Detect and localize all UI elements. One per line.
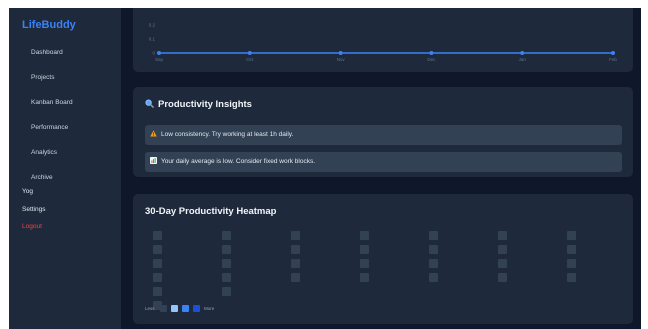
sidebar-item-projects[interactable]: Projects: [31, 74, 54, 81]
magnifier-icon: [145, 99, 154, 108]
x-tick-label: Nov: [337, 57, 346, 62]
data-point: [247, 51, 252, 55]
insights-heading: Productivity Insights: [145, 99, 252, 110]
heatmap-cell[interactable]: [222, 245, 231, 254]
heatmap-cell[interactable]: [498, 273, 507, 282]
heatmap-cell[interactable]: [153, 287, 162, 296]
productivity-insights-card: Productivity Insights Low consistency. T…: [133, 87, 633, 177]
heatmap-cell[interactable]: [567, 259, 576, 268]
heatmap-cell[interactable]: [360, 259, 369, 268]
app-window: LifeBuddy Dashboard Projects Kanban Boar…: [9, 8, 641, 329]
heatmap-cell[interactable]: [153, 245, 162, 254]
heatmap-title: 30-Day Productivity Heatmap: [145, 206, 277, 217]
data-point: [157, 51, 161, 55]
insight-text: Low consistency. Try working at least 1h…: [161, 131, 294, 138]
heatmap-cell[interactable]: [222, 273, 231, 282]
legend-swatch-2: [182, 305, 189, 312]
heatmap-cell[interactable]: [567, 245, 576, 254]
data-point: [520, 51, 525, 55]
heatmap-cell[interactable]: [222, 287, 231, 296]
y-tick-label: 0: [152, 51, 155, 56]
productivity-trend-card: 0.2 0.1 0 Sep Oct Nov Dec Jan Feb: [133, 8, 633, 72]
data-point: [338, 51, 343, 55]
heatmap-cell[interactable]: [291, 273, 300, 282]
legend-swatch-1: [171, 305, 178, 312]
legend-swatch-3: [193, 305, 200, 312]
y-tick-label: 0.1: [149, 37, 156, 42]
insight-text: Your daily average is low. Consider fixe…: [161, 158, 316, 165]
heatmap-cell[interactable]: [222, 259, 231, 268]
data-point: [611, 51, 615, 55]
heatmap-cell[interactable]: [360, 273, 369, 282]
heatmap-cell[interactable]: [567, 273, 576, 282]
sidebar-item-settings[interactable]: Settings: [22, 206, 46, 213]
heatmap-cell[interactable]: [498, 245, 507, 254]
heatmap-cell[interactable]: [291, 231, 300, 240]
x-tick-label: Jan: [519, 57, 527, 62]
sidebar-item-yog[interactable]: Yog: [22, 188, 33, 195]
x-tick-label: Sep: [155, 57, 164, 62]
sidebar-item-analytics[interactable]: Analytics: [31, 149, 57, 156]
insight-item: Your daily average is low. Consider fixe…: [145, 152, 622, 172]
heatmap-cell[interactable]: [498, 259, 507, 268]
heatmap-cell[interactable]: [429, 231, 438, 240]
legend-more-label: More: [204, 306, 215, 311]
sidebar-item-kanban-board[interactable]: Kanban Board: [31, 99, 73, 106]
heatmap-cell[interactable]: [222, 231, 231, 240]
x-tick-label: Dec: [427, 57, 436, 62]
heatmap-cell[interactable]: [360, 231, 369, 240]
heatmap-cell[interactable]: [429, 259, 438, 268]
logout-button[interactable]: Logout: [22, 223, 42, 230]
brand-logo[interactable]: LifeBuddy: [22, 19, 76, 31]
heatmap-cell[interactable]: [153, 273, 162, 282]
warning-icon: [150, 130, 157, 137]
sidebar-item-archive[interactable]: Archive: [31, 174, 53, 181]
sidebar-item-performance[interactable]: Performance: [31, 124, 68, 131]
heatmap-cell[interactable]: [291, 259, 300, 268]
heatmap-cell[interactable]: [153, 231, 162, 240]
heatmap-cell[interactable]: [291, 245, 300, 254]
heatmap-cell[interactable]: [498, 231, 507, 240]
legend-swatch-0: [160, 305, 167, 312]
heatmap-cell[interactable]: [360, 245, 369, 254]
heatmap-cell[interactable]: [429, 273, 438, 282]
insights-title: Productivity Insights: [158, 99, 252, 110]
insight-item: Low consistency. Try working at least 1h…: [145, 125, 622, 145]
heatmap-cell[interactable]: [429, 245, 438, 254]
legend-less-label: Less: [145, 306, 155, 311]
x-tick-label: Feb: [609, 57, 617, 62]
productivity-heatmap-card: 30-Day Productivity Heatmap Less More: [133, 194, 633, 324]
productivity-trend-chart: 0.2 0.1 0Sep Oct Nov Dec Jan Feb: [149, 23, 618, 63]
data-point: [429, 51, 434, 55]
heatmap-cell[interactable]: [153, 259, 162, 268]
chart-icon: [150, 157, 157, 164]
heatmap-cell[interactable]: [567, 231, 576, 240]
sidebar-item-dashboard[interactable]: Dashboard: [31, 49, 63, 56]
sidebar: LifeBuddy Dashboard Projects Kanban Boar…: [9, 8, 121, 329]
x-tick-label: Oct: [246, 57, 254, 62]
y-tick-label: 0.2: [149, 23, 156, 28]
